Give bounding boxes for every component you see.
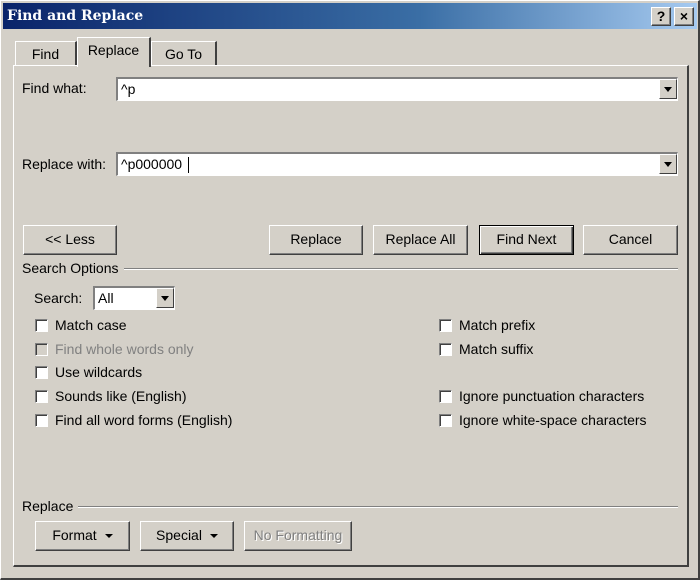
search-direction-label: Search: (34, 290, 83, 306)
replace-with-value: ^p000000 (121, 156, 186, 172)
ignore-punctuation-checkbox[interactable] (439, 390, 452, 403)
title-bar[interactable]: Find and Replace ? × (3, 3, 697, 29)
ignore-whitespace-option[interactable]: Ignore white-space characters (439, 412, 679, 431)
find-history-dropdown-button[interactable] (659, 79, 677, 99)
replace-with-input[interactable]: ^p000000 (116, 152, 678, 176)
window-title: Find and Replace (7, 8, 144, 24)
match-suffix-checkbox[interactable] (439, 343, 452, 356)
search-options-heading: Search Options (22, 260, 119, 276)
match-prefix-option[interactable]: Match prefix (439, 317, 679, 336)
text-cursor (187, 157, 189, 174)
match-case-option[interactable]: Match case (35, 317, 335, 336)
whole-words-checkbox (35, 343, 48, 356)
search-options-divider (124, 268, 678, 270)
sounds-like-option[interactable]: Sounds like (English) (35, 388, 335, 407)
find-what-label: Find what: (22, 80, 87, 96)
search-direction-value: All (98, 290, 114, 306)
replace-with-label: Replace with: (22, 156, 107, 172)
search-direction-select[interactable]: All (93, 286, 175, 310)
ignore-whitespace-checkbox[interactable] (439, 414, 452, 427)
sounds-like-label: Sounds like (English) (55, 388, 187, 404)
match-case-checkbox[interactable] (35, 319, 48, 332)
ignore-punctuation-option[interactable]: Ignore punctuation characters (439, 388, 679, 407)
whole-words-option: Find whole words only (35, 341, 335, 360)
wildcards-checkbox[interactable] (35, 366, 48, 379)
sounds-like-checkbox[interactable] (35, 390, 48, 403)
tab-goto[interactable]: Go To (151, 41, 217, 67)
word-forms-label: Find all word forms (English) (55, 412, 233, 428)
cancel-button[interactable]: Cancel (583, 225, 678, 255)
special-button[interactable]: Special (140, 521, 234, 551)
find-what-input[interactable]: ^p (116, 77, 678, 101)
wildcards-option[interactable]: Use wildcards (35, 364, 335, 383)
wildcards-label: Use wildcards (55, 364, 143, 380)
special-button-label: Special (156, 527, 202, 543)
find-next-button[interactable]: Find Next (479, 225, 574, 255)
replace-section-heading: Replace (22, 498, 74, 514)
match-prefix-label: Match prefix (459, 317, 536, 333)
replace-button[interactable]: Replace (269, 225, 363, 255)
replace-history-dropdown-button[interactable] (659, 154, 677, 174)
replace-section-divider (78, 506, 678, 508)
tab-replace[interactable]: Replace (77, 37, 151, 67)
tab-find[interactable]: Find (15, 41, 77, 67)
whole-words-label: Find whole words only (55, 341, 194, 357)
find-what-value: ^p (121, 81, 136, 97)
match-prefix-checkbox[interactable] (439, 319, 452, 332)
chevron-down-icon (209, 534, 218, 539)
chevron-down-icon (104, 534, 113, 539)
replace-all-button[interactable]: Replace All (373, 225, 468, 255)
no-formatting-button: No Formatting (244, 521, 352, 551)
ignore-punctuation-label: Ignore punctuation characters (459, 388, 645, 404)
search-direction-dropdown-button[interactable] (156, 288, 174, 308)
help-button[interactable]: ? (651, 7, 671, 26)
format-button[interactable]: Format (35, 521, 130, 551)
replace-tab-panel: Find what: ^p Replace with: ^p000000 << … (13, 65, 689, 567)
match-case-label: Match case (55, 317, 127, 333)
find-replace-dialog: Find and Replace ? × Find Replace Go To … (0, 0, 700, 580)
match-suffix-option[interactable]: Match suffix (439, 341, 679, 360)
word-forms-checkbox[interactable] (35, 414, 48, 427)
word-forms-option[interactable]: Find all word forms (English) (35, 412, 335, 431)
close-button[interactable]: × (674, 7, 694, 26)
match-suffix-label: Match suffix (459, 341, 534, 357)
format-button-label: Format (52, 527, 97, 543)
less-button[interactable]: << Less (23, 225, 117, 255)
ignore-whitespace-label: Ignore white-space characters (459, 412, 647, 428)
